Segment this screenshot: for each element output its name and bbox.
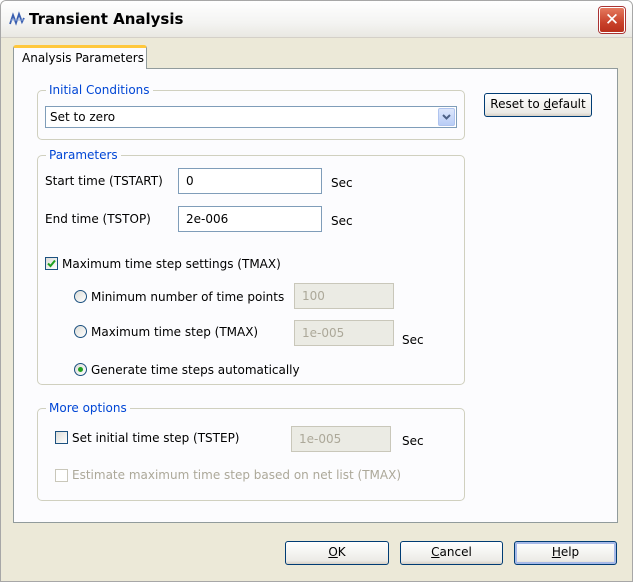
estimate-tmax-label: Estimate maximum time step based on net …	[72, 468, 402, 482]
parameters-legend: Parameters	[46, 148, 121, 162]
max-step-input[interactable]: 1e-005	[294, 320, 394, 346]
more-options-legend: More options	[46, 401, 130, 415]
initial-conditions-select[interactable]: Set to zero	[45, 106, 457, 128]
transient-analysis-dialog: Transient Analysis ✕ Analysis Parameters…	[0, 0, 633, 582]
end-time-unit: Sec	[331, 214, 353, 228]
transient-waveform-icon	[9, 11, 25, 26]
start-time-unit: Sec	[331, 176, 353, 190]
max-step-radio[interactable]	[74, 325, 87, 338]
help-button[interactable]: Help	[514, 541, 617, 565]
radio-selected-dot	[78, 367, 83, 372]
ok-button[interactable]: OK	[285, 541, 389, 565]
initial-step-unit: Sec	[402, 434, 424, 448]
max-step-label: Maximum time step (TMAX)	[91, 325, 259, 339]
chevron-down-icon	[442, 114, 451, 120]
reset-to-default-button[interactable]: Reset to default	[484, 93, 592, 117]
max-time-step-checkbox[interactable]	[45, 257, 58, 270]
end-time-input[interactable]: 2e-006	[178, 206, 322, 232]
auto-steps-label: Generate time steps automatically	[91, 363, 300, 377]
max-step-unit: Sec	[402, 333, 424, 347]
min-points-radio[interactable]	[74, 290, 87, 303]
start-time-label: Start time (TSTART)	[45, 174, 163, 188]
initial-step-checkbox[interactable]	[55, 431, 68, 444]
window-title: Transient Analysis	[29, 10, 184, 28]
estimate-tmax-checkbox[interactable]	[55, 469, 68, 482]
close-button[interactable]: ✕	[599, 7, 625, 33]
initial-conditions-selected: Set to zero	[50, 110, 116, 124]
initial-step-input[interactable]: 1e-005	[291, 426, 391, 452]
min-points-input[interactable]: 100	[294, 283, 394, 309]
end-time-label: End time (TSTOP)	[45, 212, 151, 226]
tab-label: Analysis Parameters	[22, 51, 144, 65]
cancel-button[interactable]: Cancel	[400, 541, 503, 565]
tab-analysis-parameters[interactable]: Analysis Parameters	[13, 45, 147, 69]
more-options-group	[37, 408, 465, 501]
check-icon	[47, 259, 56, 268]
min-points-label: Minimum number of time points	[91, 290, 285, 304]
initial-step-label: Set initial time step (TSTEP)	[72, 431, 240, 445]
close-icon: ✕	[604, 10, 620, 30]
auto-steps-radio[interactable]	[74, 363, 87, 376]
title-bar[interactable]: Transient Analysis ✕	[1, 1, 632, 38]
start-time-input[interactable]: 0	[178, 168, 322, 194]
dropdown-button[interactable]	[438, 108, 455, 126]
max-time-step-label: Maximum time step settings (TMAX)	[62, 257, 281, 271]
initial-conditions-legend: Initial Conditions	[46, 83, 153, 97]
